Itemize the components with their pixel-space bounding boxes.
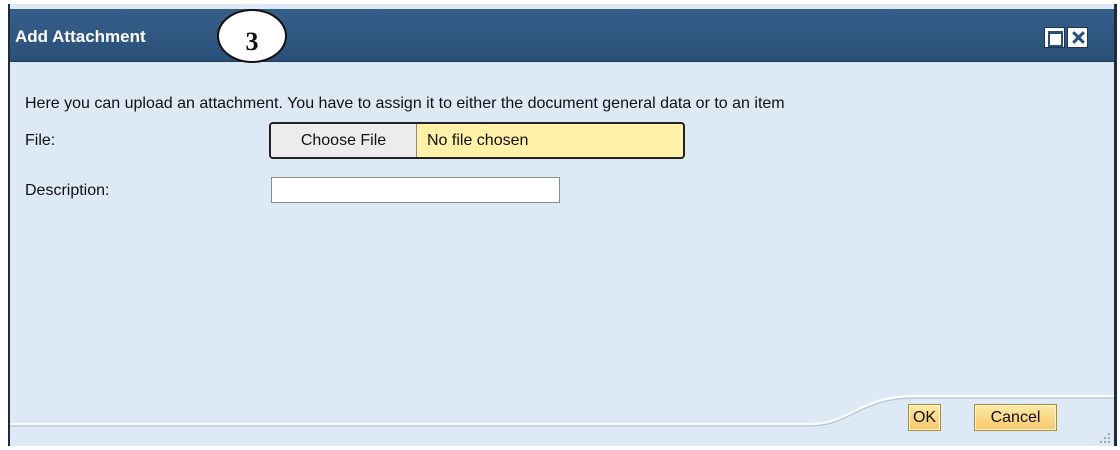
footer-divider	[10, 395, 1114, 427]
cancel-button[interactable]: Cancel	[974, 404, 1057, 431]
resize-grip-icon[interactable]	[1095, 432, 1111, 446]
file-status-text: No file chosen	[427, 132, 529, 149]
close-icon[interactable]	[1067, 27, 1088, 48]
dialog-titlebar[interactable]: Add Attachment	[10, 9, 1114, 62]
dialog-title: Add Attachment	[15, 27, 146, 46]
ok-button[interactable]: OK	[908, 404, 941, 431]
file-label: File:	[25, 132, 56, 149]
step-marker-badge: 3	[217, 9, 287, 63]
add-attachment-dialog: Add Attachment 3 Here you can upload an …	[8, 4, 1117, 446]
choose-file-button[interactable]: Choose File	[271, 124, 417, 157]
file-input[interactable]: Choose File No file chosen	[269, 122, 685, 159]
page: Add Attachment 3 Here you can upload an …	[0, 0, 1120, 450]
maximize-icon[interactable]	[1044, 27, 1065, 48]
instruction-text: Here you can upload an attachment. You h…	[25, 95, 785, 112]
description-input[interactable]	[271, 177, 560, 203]
description-label: Description:	[25, 182, 110, 199]
